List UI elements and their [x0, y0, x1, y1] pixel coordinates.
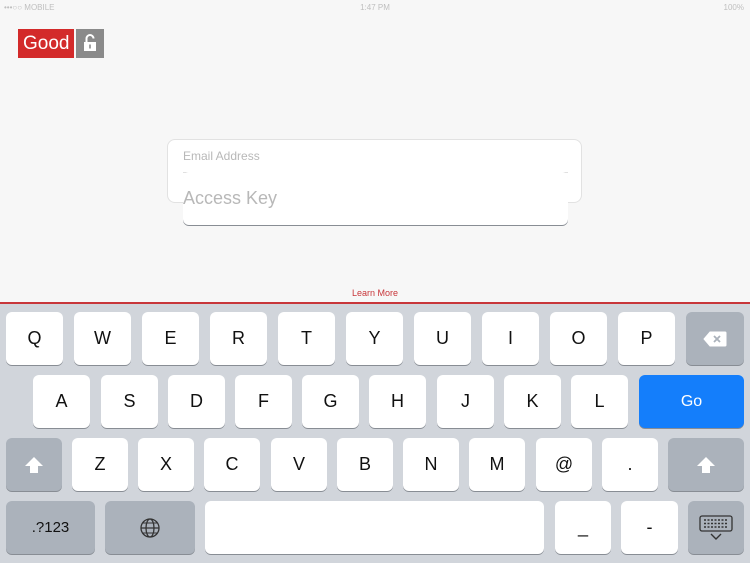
- good-logo: Good: [18, 29, 105, 58]
- time-label: 1:47 PM: [360, 3, 390, 12]
- key-z[interactable]: Z: [72, 438, 128, 491]
- globe-icon: [140, 517, 160, 538]
- keyboard-hide-icon: [699, 514, 733, 540]
- key-i[interactable]: I: [482, 312, 539, 365]
- key-underscore[interactable]: _: [555, 501, 611, 554]
- key-p[interactable]: P: [618, 312, 675, 365]
- key-k[interactable]: K: [504, 375, 561, 428]
- key-s[interactable]: S: [101, 375, 158, 428]
- key-m[interactable]: M: [469, 438, 525, 491]
- key-j[interactable]: J: [437, 375, 494, 428]
- key-h[interactable]: H: [369, 375, 426, 428]
- lock-icon: [76, 29, 105, 58]
- key-at[interactable]: @: [536, 438, 592, 491]
- left-shift-key[interactable]: [6, 438, 62, 491]
- key-r[interactable]: R: [210, 312, 267, 365]
- dismiss-keyboard-key[interactable]: [688, 501, 744, 554]
- key-o[interactable]: O: [550, 312, 607, 365]
- shift-icon: [697, 456, 715, 473]
- key-dash[interactable]: -: [621, 501, 678, 554]
- key-d[interactable]: D: [168, 375, 225, 428]
- status-bar: •••○○ MOBILE 1:47 PM 100%: [0, 0, 750, 14]
- backspace-icon: [703, 331, 727, 346]
- key-n[interactable]: N: [403, 438, 459, 491]
- key-period[interactable]: .: [602, 438, 658, 491]
- key-w[interactable]: W: [74, 312, 131, 365]
- key-x[interactable]: X: [138, 438, 194, 491]
- key-u[interactable]: U: [414, 312, 471, 365]
- delete-key[interactable]: [686, 312, 744, 365]
- key-a[interactable]: A: [33, 375, 90, 428]
- space-bar[interactable]: [205, 501, 544, 554]
- logo-word: Good: [18, 29, 75, 58]
- key-y[interactable]: Y: [346, 312, 403, 365]
- go-button[interactable]: Go: [639, 375, 744, 428]
- key-g[interactable]: G: [302, 375, 359, 428]
- key-q[interactable]: Q: [6, 312, 63, 365]
- globe-key[interactable]: [105, 501, 195, 554]
- email-field[interactable]: [183, 140, 568, 171]
- key-f[interactable]: F: [235, 375, 292, 428]
- key-l[interactable]: L: [571, 375, 628, 428]
- numbers-key[interactable]: .?123: [6, 501, 95, 554]
- battery-label: 100%: [723, 3, 744, 12]
- shift-icon: [25, 456, 43, 473]
- right-shift-key[interactable]: [668, 438, 744, 491]
- key-t[interactable]: T: [278, 312, 335, 365]
- key-e[interactable]: E: [142, 312, 199, 365]
- key-c[interactable]: C: [204, 438, 260, 491]
- keyboard: Q W E R T Y U I O P A S D F G H J K L Go…: [0, 304, 750, 563]
- learn-more-link[interactable]: Learn More: [0, 288, 750, 298]
- access-key-field[interactable]: [183, 172, 568, 225]
- login-form: [167, 139, 582, 225]
- key-v[interactable]: V: [271, 438, 327, 491]
- key-b[interactable]: B: [337, 438, 393, 491]
